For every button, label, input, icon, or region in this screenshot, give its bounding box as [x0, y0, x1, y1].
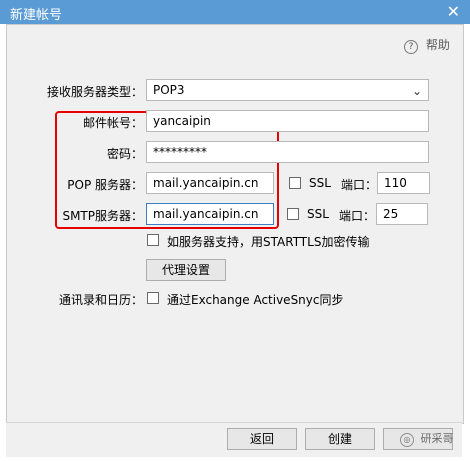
- close-icon[interactable]: ✕: [447, 2, 460, 21]
- smtp-ssl-checkbox[interactable]: [287, 208, 299, 220]
- account-label: 邮件帐号：: [82, 116, 143, 130]
- smtp-port-input[interactable]: 25: [376, 203, 428, 225]
- password-label: 密码：: [106, 147, 143, 161]
- pop-ssl-checkbox[interactable]: [289, 177, 301, 189]
- server-type-select[interactable]: POP3 ⌄: [146, 79, 429, 101]
- contacts-calendar-label: 通讯录和日历：: [58, 293, 143, 307]
- back-button[interactable]: 返回: [227, 428, 297, 450]
- exchange-sync-label: 通过Exchange ActiveSnyc同步: [167, 293, 344, 307]
- account-input[interactable]: yancaipin: [146, 110, 429, 132]
- proxy-settings-button[interactable]: 代理设置: [146, 259, 226, 281]
- smtp-port-label: 端口：: [339, 209, 376, 223]
- password-input[interactable]: *********: [146, 141, 429, 163]
- server-type-label: 接收服务器类型：: [46, 85, 143, 99]
- smtp-server-label: SMTP服务器：: [62, 209, 143, 223]
- smtp-server-input[interactable]: mail.yancaipin.cn: [146, 203, 274, 225]
- pop-port-label: 端口：: [341, 178, 378, 192]
- create-button[interactable]: 创建: [305, 428, 375, 450]
- help-icon: ?: [404, 40, 418, 54]
- watermark: ◎ 研采哥: [400, 430, 454, 447]
- pop-server-label: POP 服务器：: [67, 178, 143, 192]
- title-bar: 新建帐号 ✕: [0, 0, 470, 24]
- watermark-text: 研采哥: [420, 432, 454, 445]
- help-link[interactable]: ? 帮助: [404, 36, 450, 54]
- exchange-sync-checkbox[interactable]: [147, 292, 159, 304]
- starttls-label: 如服务器支持，用STARTTLS加密传输: [167, 235, 370, 249]
- smtp-ssl-label: SSL: [307, 207, 329, 221]
- starttls-checkbox[interactable]: [147, 234, 159, 246]
- wechat-icon: ◎: [400, 433, 414, 447]
- chevron-down-icon: ⌄: [411, 84, 422, 98]
- pop-port-input[interactable]: 110: [377, 172, 430, 194]
- pop-ssl-label: SSL: [309, 176, 331, 190]
- pop-server-input[interactable]: mail.yancaipin.cn: [146, 172, 274, 194]
- window-title: 新建帐号: [10, 8, 63, 23]
- help-label: 帮助: [425, 38, 450, 52]
- server-type-value: POP3: [153, 83, 185, 97]
